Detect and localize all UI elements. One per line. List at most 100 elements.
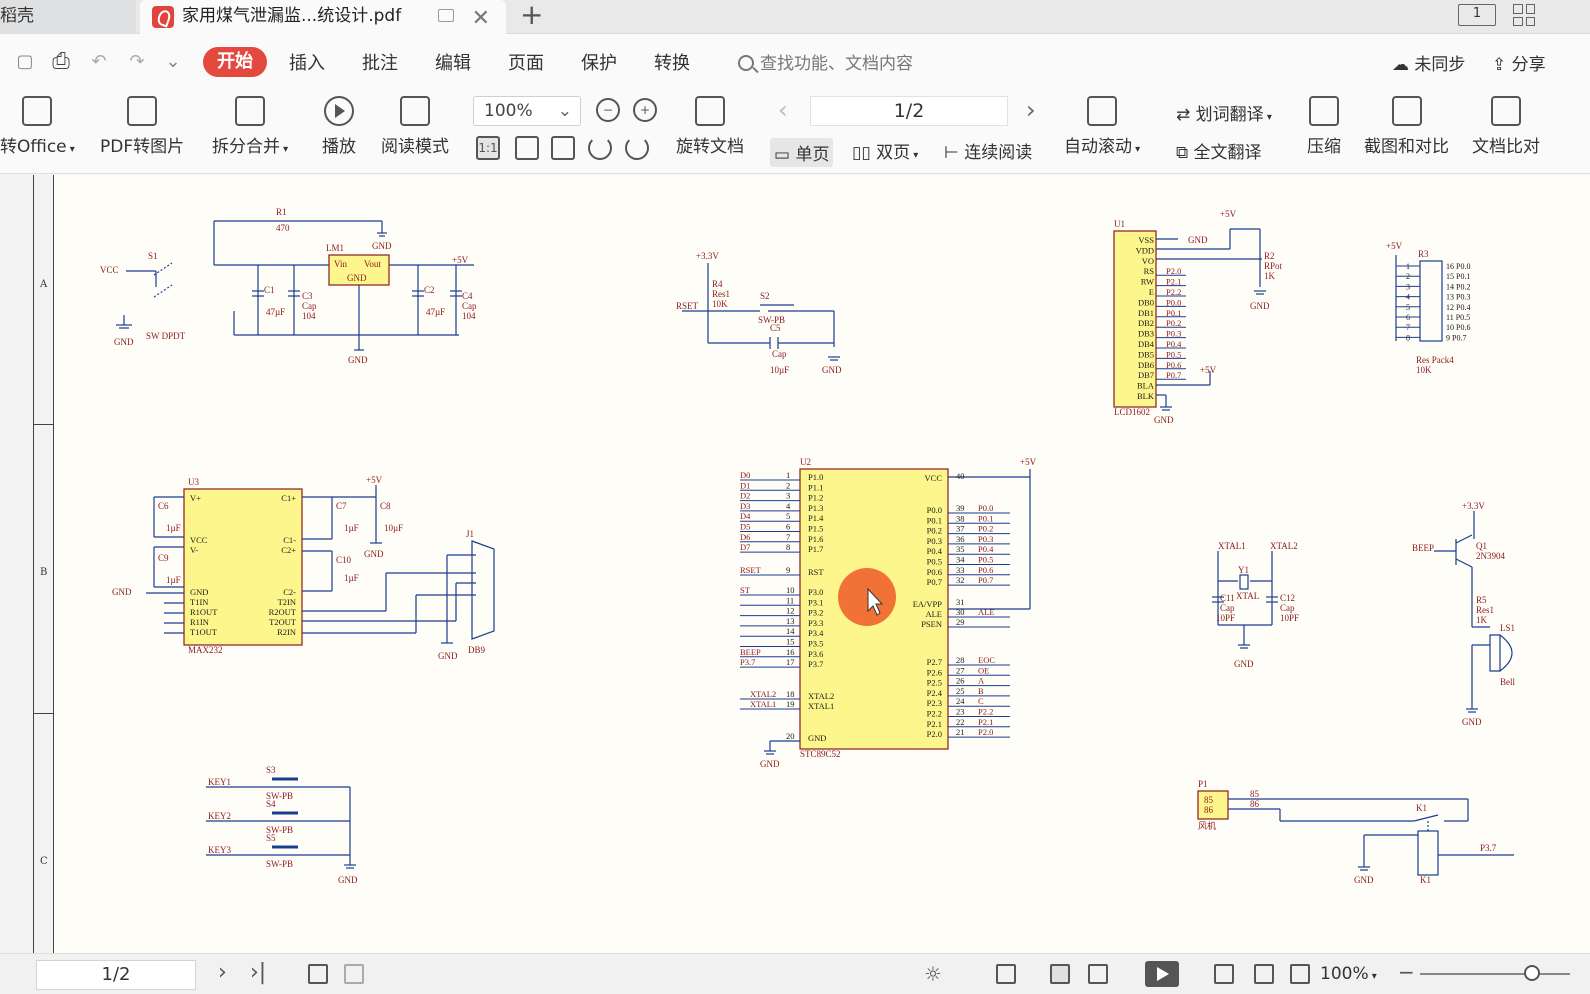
label-key3: KEY3 [208,845,231,855]
frame-divider [34,713,55,714]
label-c9-value: 1µF [166,575,181,585]
menu-edit[interactable]: 编辑 [435,49,471,75]
search-input[interactable]: 查找功能、文档内容 [738,49,913,74]
mcu-right-pin-number: 31 [956,597,965,607]
sync-button[interactable]: ☁ 未同步 [1392,50,1465,75]
play-status-icon[interactable] [1145,961,1179,987]
pin-window-icon[interactable] [438,9,454,22]
undo-icon[interactable]: ↶ [88,52,110,72]
double-page-button[interactable]: ▯▯ 双页 ▾ [852,138,918,163]
status-zoom-select[interactable]: 100% ▾ [1320,964,1377,984]
mcu-right-pin: P0.4 [927,546,943,556]
lcd-pin-label: DB0 [1138,297,1154,307]
close-tab-icon[interactable]: ✕ [472,3,490,35]
zoom-slider[interactable] [1420,973,1570,975]
mcu-right-net: C [978,696,984,706]
mcu-left-pin-number: 19 [786,699,795,709]
label-c12-value: 10PF [1280,613,1299,623]
respack-right-pin: 12 P0.4 [1446,303,1470,312]
label-swdpdt: SW DPDT [146,331,186,341]
word-translate-button[interactable]: ⇄ 划词翻译 ▾ [1176,100,1272,125]
label-c1: C1 [264,285,275,295]
word-convert-icon [22,96,53,126]
label-k1: K1 [1416,803,1427,813]
continuous-read-button[interactable]: ⊢ 连续阅读 [944,138,1032,163]
redo-icon[interactable]: ↷ [126,52,148,72]
label-xtal2: XTAL2 [1270,541,1298,551]
menu-start[interactable]: 开始 [203,47,267,77]
actual-size-status-icon[interactable] [1214,964,1234,984]
print-icon[interactable]: ⎙ [50,51,72,73]
pdf-to-image-button[interactable]: PDF转图片 [100,96,184,157]
rotate-right-icon[interactable] [625,136,649,160]
label-c3: C3 [302,291,313,301]
compress-button[interactable]: 压缩 [1307,96,1341,157]
single-page-button[interactable]: ▭ 单页 [770,138,834,167]
read-mode-button[interactable]: 阅读模式 [381,96,449,157]
new-tab-button[interactable]: + [520,0,543,30]
zoom-slider-handle[interactable] [1524,965,1540,981]
rotate-left-icon[interactable] [588,136,612,160]
mcu-right-net: B [978,686,984,696]
full-translate-button[interactable]: ⧉ 全文翻译 [1176,138,1262,163]
status-bar: 1/2 › ›| ☼ 100% ▾ − [0,953,1590,994]
double-page-status-icon[interactable] [1088,964,1108,984]
grid-view-icon[interactable] [1513,4,1535,26]
schematic-drawing: R1 470 S1 VCC SW DPDT GND LM1 Vin Vout G… [100,207,1515,885]
page-number-input[interactable]: 1/2 [810,96,1008,126]
next-page-icon[interactable]: › [1026,96,1036,124]
play-button[interactable]: 播放 [322,96,356,157]
fit-width-icon[interactable] [551,136,575,160]
lcd-pin-label: E [1149,287,1154,297]
forward-icon[interactable] [344,964,364,984]
rotate-doc-button[interactable]: 旋转文档 [676,96,744,157]
actual-size-icon[interactable]: 1:1 [476,136,500,160]
max232-right-pin: T2OUT [269,617,297,627]
prev-page-icon[interactable]: ‹ [778,96,788,124]
tab-docer[interactable]: 稻壳 [0,0,136,34]
screenshot-compare-button[interactable]: 截图和对比 [1364,96,1449,157]
last-page-icon[interactable]: ›| [250,960,266,985]
document-area[interactable]: A B C R1 470 S1 VCC SW DPDT GND LM1 Vin … [0,175,1590,953]
max232-left-pin: R1IN [190,617,209,627]
share-button[interactable]: ⇪ 分享 [1492,50,1546,75]
split-merge-button[interactable]: 拆分合并 ▾ [212,96,288,157]
menu-page[interactable]: 页面 [508,49,544,75]
lcd-pin-label: BLK [1137,391,1155,401]
mcu-left-pin: P1.3 [808,503,823,513]
back-icon[interactable] [308,964,328,984]
zoom-out-status-icon[interactable]: − [1398,960,1415,984]
lcd-pin-label: DB6 [1138,360,1154,370]
tab-active-document[interactable]: 家用煤气泄漏监...统设计.pdf ✕ [140,0,506,34]
status-page-input[interactable]: 1/2 [36,960,196,990]
single-page-status-icon[interactable] [1050,964,1070,984]
mcu-left-pin-number: 11 [786,595,794,605]
customize-dropdown-icon[interactable]: ⌄ [162,52,184,72]
fit-page-status-icon[interactable] [1254,964,1274,984]
mcu-right-pin: EA/VPP [913,599,943,609]
fit-page-icon[interactable] [515,136,539,160]
auto-scroll-button[interactable]: 自动滚动 ▾ [1064,96,1140,157]
window-layout-icon[interactable]: 1 [1458,4,1496,26]
respack-left-pin: 4 [1406,293,1410,302]
menu-insert[interactable]: 插入 [289,49,325,75]
fit-width-status-icon[interactable] [1290,964,1310,984]
save-icon[interactable]: ▢ [14,52,36,72]
max232-right-pin: C1- [283,535,296,545]
zoom-in-icon[interactable]: + [633,98,657,122]
brightness-icon[interactable]: ☼ [924,962,942,986]
mcu-right-pin-number: 29 [956,617,965,627]
mcu-left-net: D3 [740,501,750,511]
next-page-icon[interactable]: › [218,960,227,985]
zoom-out-icon[interactable]: − [596,98,620,122]
menu-protect[interactable]: 保护 [581,49,617,75]
zoom-select[interactable]: 100% ⌄ [473,96,581,126]
scroll-mode-icon[interactable] [996,964,1016,984]
to-office-button[interactable]: 转Office ▾ [0,96,75,157]
menu-convert[interactable]: 转换 [654,49,690,75]
menu-bar: ▢ ⎙ ↶ ↷ ⌄ 开始 插入 批注 编辑 页面 保护 转换 查找功能、文档内容… [0,34,1590,88]
doc-compare-button[interactable]: 文档比对 [1472,96,1540,157]
menu-annotate[interactable]: 批注 [362,49,398,75]
lcd-pin-label: DB3 [1138,329,1154,339]
mcu-right-pin: ALE [925,609,942,619]
